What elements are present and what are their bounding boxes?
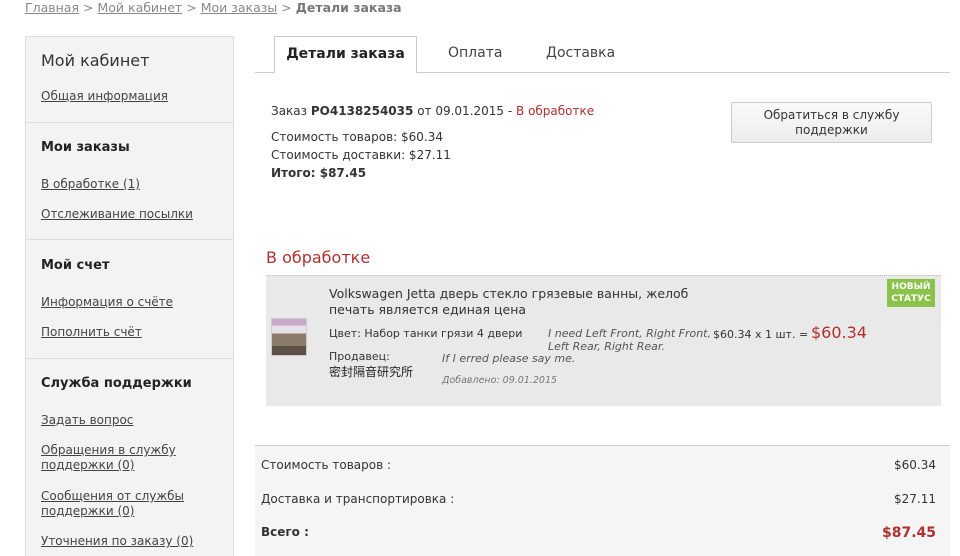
new-status-badge: НОВЫЙ СТАТУС: [887, 279, 935, 307]
tab-order-details[interactable]: Детали заказа: [274, 36, 417, 74]
sidebar-item-in-processing[interactable]: В обработке (1): [41, 177, 221, 192]
breadcrumb-cabinet-link[interactable]: Мой кабинет: [97, 0, 182, 15]
tab-delivery[interactable]: Доставка: [546, 36, 615, 73]
order-date: от 09.01.2015 -: [417, 104, 513, 118]
breadcrumb: Главная > Мой кабинет > Мои заказы > Детали за…: [25, 0, 402, 15]
sidebar-divider: [26, 122, 233, 123]
added-date: Добавлено: 09.01.2015: [442, 375, 558, 386]
product-thumbnail[interactable]: [271, 318, 307, 356]
order-prefix: Заказ: [271, 104, 308, 118]
order-number: PO4138254035: [310, 104, 414, 118]
order-status: В обработке: [516, 104, 595, 118]
item-total: $60.34: [811, 323, 867, 342]
sidebar-item-from-support[interactable]: Сообщения от службы поддержки (0): [41, 489, 221, 519]
sidebar-item-account-info[interactable]: Информация о счёте: [41, 295, 221, 310]
product-attribute: Цвет: Набор танки грязи 4 двери: [329, 327, 523, 340]
sidebar-item-general[interactable]: Общая информация: [41, 89, 221, 104]
summary-delivery-label: Доставка и транспортировка :: [261, 492, 455, 506]
sidebar-item-top-up[interactable]: Пополнить счёт: [41, 325, 221, 340]
breadcrumb-separator: >: [281, 0, 292, 15]
unit-price: $60.34 x 1 шт. =: [713, 328, 809, 341]
sidebar-item-tracking[interactable]: Отслеживание посылки: [41, 207, 221, 222]
order-item: Volkswagen Jetta дверь стекло грязевые в…: [266, 275, 941, 406]
seller-name: 密封隔音研究所: [329, 365, 414, 379]
sidebar-item-ask[interactable]: Задать вопрос: [41, 413, 221, 428]
summary-total-value: $87.45: [881, 525, 936, 541]
order-header: Заказ PO4138254035 от 09.01.2015 - В обр…: [271, 102, 594, 120]
product-title-link[interactable]: Volkswagen Jetta дверь стекло грязевые в…: [329, 286, 709, 318]
product-note: I need Left Front, Right Front, Left Rea…: [548, 327, 711, 353]
order-summary: Стоимость товаров : $60.34 Доставка и тр…: [255, 445, 950, 556]
order-goods-cost: Стоимость товаров: $60.34: [271, 130, 444, 144]
section-title: В обработке: [266, 248, 371, 267]
summary-delivery-value: $27.11: [894, 492, 936, 506]
sidebar-title: Мой кабинет: [41, 51, 150, 70]
summary-goods-label: Стоимость товаров :: [261, 458, 392, 472]
breadcrumb-current: Детали заказа: [295, 0, 402, 15]
sidebar-item-to-support[interactable]: Обращения в службу поддержки (0): [41, 443, 221, 473]
order-delivery-cost: Стоимость доставки: $27.11: [271, 148, 451, 162]
sidebar-divider: [26, 358, 233, 359]
badge-line-2: СТАТУС: [891, 294, 931, 304]
contact-support-button[interactable]: Обратиться в службу поддержки: [731, 102, 932, 143]
sidebar-divider: [26, 239, 233, 240]
sidebar-heading-support: Служба поддержки: [41, 376, 192, 391]
breadcrumb-separator: >: [186, 0, 197, 15]
sidebar: Мой кабинет Общая информация Мои заказы …: [25, 36, 234, 556]
product-note-2: If I erred please say me.: [442, 352, 576, 365]
breadcrumb-orders-link[interactable]: Мои заказы: [201, 0, 278, 15]
tab-bar: Детали заказа Оплата Доставка: [255, 36, 950, 74]
seller-label: Продавец:: [329, 350, 390, 363]
badge-line-1: НОВЫЙ: [891, 282, 931, 292]
order-total: Итого: $87.45: [271, 166, 367, 180]
breadcrumb-home-link[interactable]: Главная: [25, 0, 79, 15]
tab-payment[interactable]: Оплата: [448, 36, 502, 73]
sidebar-item-clarifications[interactable]: Уточнения по заказу (0): [41, 534, 221, 549]
sidebar-heading-account: Мой счет: [41, 258, 110, 273]
summary-total-label: Всего :: [261, 525, 309, 539]
summary-goods-value: $60.34: [894, 458, 936, 472]
breadcrumb-separator: >: [83, 0, 94, 15]
sidebar-heading-orders: Мои заказы: [41, 140, 130, 155]
order-info: Заказ PO4138254035 от 09.01.2015 - В обр…: [271, 102, 594, 182]
